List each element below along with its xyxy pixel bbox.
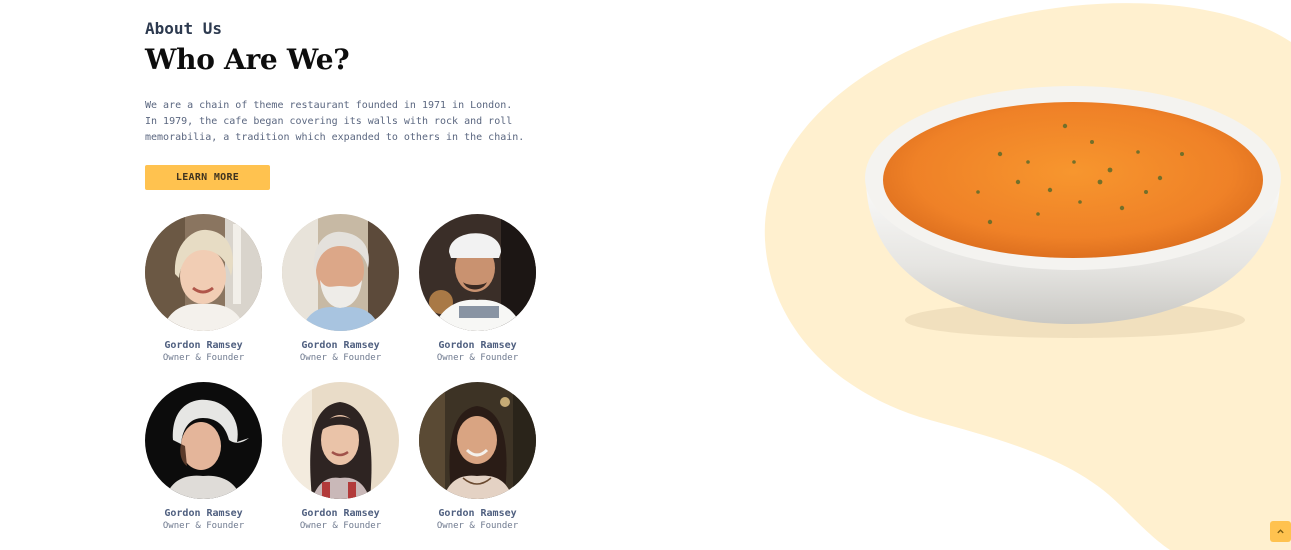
- member-role: Owner & Founder: [436, 521, 519, 531]
- learn-more-button[interactable]: LEARN MORE: [145, 165, 270, 190]
- member-role: Owner & Founder: [299, 521, 382, 531]
- back-to-top-button[interactable]: [1270, 521, 1291, 542]
- team-member: Gordon Ramsey Owner & Founder: [282, 382, 399, 533]
- section-eyebrow: About Us: [145, 19, 223, 38]
- avatar: [419, 382, 536, 499]
- about-section: About Us Who Are We? We are a chain of t…: [145, 18, 545, 190]
- member-name: Gordon Ramsey: [438, 340, 517, 351]
- member-role: Owner & Founder: [162, 353, 245, 363]
- team-member: Gordon Ramsey Owner & Founder: [145, 382, 262, 533]
- team-grid: Gordon Ramsey Owner & Founder Gordon Ram…: [145, 214, 545, 533]
- chevron-up-icon: [1277, 529, 1284, 534]
- member-name: Gordon Ramsey: [301, 508, 380, 519]
- avatar: [145, 214, 262, 331]
- avatar: [282, 214, 399, 331]
- section-description: We are a chain of theme restaurant found…: [145, 100, 525, 143]
- member-name: Gordon Ramsey: [438, 508, 517, 519]
- team-member: Gordon Ramsey Owner & Founder: [419, 214, 536, 365]
- member-name: Gordon Ramsey: [164, 340, 243, 351]
- section-title: Who Are We?: [145, 43, 350, 76]
- avatar: [419, 214, 536, 331]
- member-name: Gordon Ramsey: [301, 340, 380, 351]
- member-role: Owner & Founder: [162, 521, 245, 531]
- avatar: [145, 382, 262, 499]
- avatar: [282, 382, 399, 499]
- member-role: Owner & Founder: [436, 353, 519, 363]
- team-member: Gordon Ramsey Owner & Founder: [145, 214, 262, 365]
- member-name: Gordon Ramsey: [164, 508, 243, 519]
- member-role: Owner & Founder: [299, 353, 382, 363]
- soup-bowl-image: [865, 86, 1281, 338]
- team-member: Gordon Ramsey Owner & Founder: [419, 382, 536, 533]
- team-member: Gordon Ramsey Owner & Founder: [282, 214, 399, 365]
